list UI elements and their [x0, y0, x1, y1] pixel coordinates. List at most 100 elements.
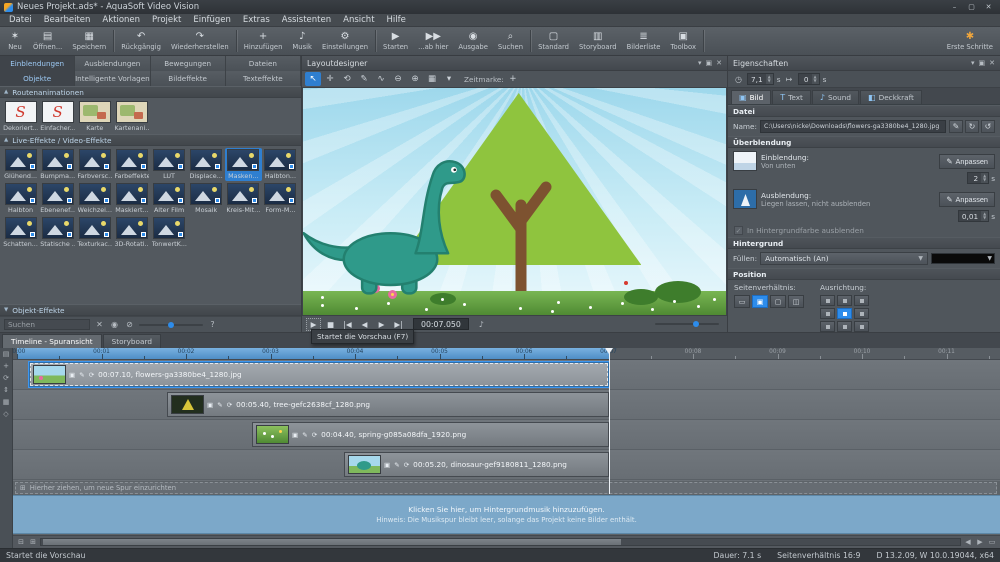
close-button[interactable]: ✕ — [981, 2, 996, 13]
scrollbar-thumb[interactable] — [43, 539, 621, 545]
properties-tab-text[interactable]: TText — [772, 90, 811, 104]
close-icon[interactable]: ✕ — [716, 59, 722, 67]
menu-extras[interactable]: Extras — [237, 15, 276, 25]
effect-item-3d-rotati[interactable]: 3D-Rotati... — [113, 216, 150, 249]
scroll-right-icon[interactable]: ▶ — [975, 538, 985, 546]
effects-tab-objekte[interactable]: Objekte — [0, 71, 75, 86]
effects-tab-bewegungen[interactable]: Bewegungen — [151, 56, 226, 71]
music-button[interactable]: ♪Musik — [287, 27, 317, 55]
menu-aktionen[interactable]: Aktionen — [96, 15, 146, 25]
music-track[interactable]: Klicken Sie hier, um Hintergrundmusik hi… — [13, 495, 1000, 534]
edit-tool[interactable]: ✎ — [356, 72, 372, 86]
timeline-item-flowers-ga3380be4-1280-jpg[interactable]: ▣ ✎ ⟳00:07.10, flowers-ga3380be4_1280.jp… — [29, 362, 609, 387]
properties-tab-bild[interactable]: ▣Bild — [731, 90, 771, 104]
float-icon[interactable]: ▣ — [979, 59, 986, 67]
effect-item-texturkac[interactable]: Texturkac... — [76, 216, 113, 249]
add-track-icon[interactable]: + — [3, 362, 9, 370]
effect-item-ebenenef[interactable]: Ebenenef... — [39, 182, 76, 215]
hide-preview-icon[interactable]: ⊘ — [124, 320, 135, 329]
revert-button[interactable]: ↺ — [981, 120, 995, 133]
preview-canvas[interactable] — [303, 88, 726, 315]
preview-size-slider[interactable] — [139, 324, 203, 326]
effect-item-statische[interactable]: Statische ... — [39, 216, 76, 249]
slider-handle[interactable] — [168, 322, 174, 328]
open-button[interactable]: ▤Öffnen... — [28, 27, 67, 55]
float-icon[interactable]: ▣ — [706, 59, 713, 67]
effect-item-alter-film[interactable]: Alter Film — [151, 182, 188, 215]
duration-spinner[interactable]: 7,1 ▲▼ — [747, 73, 774, 85]
effects-tab-einblendungen[interactable]: Einblendungen — [0, 56, 75, 71]
playhead[interactable] — [609, 348, 610, 494]
effect-item-glühend[interactable]: Glühend... — [2, 148, 39, 181]
maximize-button[interactable]: ▢ — [964, 2, 979, 13]
effect-item-masken[interactable]: Masken... — [225, 148, 262, 181]
new-track-drop-area[interactable]: ⊞ Hierher ziehen, um neue Spur einzurich… — [15, 482, 997, 494]
redo-button[interactable]: ↷Wiederherstellen — [166, 27, 234, 55]
aspect-fill-button[interactable]: ▢ — [770, 295, 786, 308]
first-steps-button[interactable]: ✱Erste Schritte — [942, 27, 998, 55]
timeline-ruler[interactable]: 00:0000:0100:0200:0300:0400:0500:0600:07… — [13, 348, 1000, 360]
output-button[interactable]: ◉Ausgabe — [453, 27, 492, 55]
align-button-8[interactable] — [854, 321, 869, 332]
zoom-in-timeline-icon[interactable]: ⊞ — [28, 538, 38, 546]
save-button[interactable]: ▦Speichern — [67, 27, 111, 55]
align-button-6[interactable] — [820, 321, 835, 332]
align-button-1[interactable] — [837, 295, 852, 306]
volume-icon[interactable]: ♪ — [476, 320, 487, 329]
show-preview-icon[interactable]: ◉ — [109, 320, 120, 329]
fade-in-duration-spinner[interactable]: 2 ▲▼ — [967, 172, 989, 184]
align-button-0[interactable] — [820, 295, 835, 306]
fill-select[interactable]: Automatisch (An) ▼ — [760, 252, 928, 265]
menu-projekt[interactable]: Projekt — [146, 15, 187, 25]
effect-item-farbeffekte[interactable]: Farbeffekte — [113, 148, 150, 181]
align-button-4[interactable] — [837, 308, 852, 319]
aspect-auto-button[interactable]: ▭ — [734, 295, 750, 308]
start-button[interactable]: ▶Starten — [378, 27, 413, 55]
menu-einfügen[interactable]: Einfügen — [187, 15, 237, 25]
bg-fade-checkbox[interactable]: ✓ — [734, 226, 743, 235]
fade-in-adjust-button[interactable]: ✎ Anpassen — [939, 154, 995, 169]
fade-in-thumbnail[interactable] — [733, 151, 757, 171]
spinner-arrows[interactable]: ▲▼ — [981, 211, 988, 221]
settings-button[interactable]: ⚙Einstellungen — [317, 27, 373, 55]
effect-item-kreis-mit[interactable]: Kreis-Mit... — [225, 182, 262, 215]
effects-tab-bildeffekte[interactable]: Bildeffekte — [151, 71, 226, 86]
expand-icon[interactable]: ⇕ — [3, 386, 9, 394]
section-objekt-effekte[interactable]: ▼ Objekt-Effekte — [0, 304, 301, 316]
timeline-tab-storyboard[interactable]: Storyboard — [103, 334, 161, 348]
timeline-item-spring-g085a08dfa-1920-png[interactable]: ▣ ✎ ⟳00:04.40, spring-g085a08dfa_1920.pn… — [252, 422, 609, 447]
route-item-einfacher[interactable]: Einfacher... — [39, 100, 76, 133]
section-live-effekte[interactable]: ▲ Live-Effekte / Video-Effekte — [0, 134, 301, 146]
timeline-tab-timeline-spuransicht[interactable]: Timeline - Spuransicht — [2, 334, 102, 348]
aspect-stretch-button[interactable]: ◫ — [788, 295, 804, 308]
curve-tool[interactable]: ∿ — [373, 72, 389, 86]
timeline-tracks[interactable]: ▣ ✎ ⟳00:07.10, flowers-ga3380be4_1280.jp… — [13, 360, 1000, 481]
zoom-out-tool[interactable]: ⊖ — [390, 72, 406, 86]
align-button-3[interactable] — [820, 308, 835, 319]
volume-slider[interactable] — [655, 323, 719, 325]
timeline-item-dinosaur-gef9180811-1280-png[interactable]: ▣ ✎ ⟳00:05.20, dinosaur-gef9180811_1280.… — [344, 452, 609, 477]
menu-assistenten[interactable]: Assistenten — [276, 15, 337, 25]
effect-item-bumpma[interactable]: Bumpma... — [39, 148, 76, 181]
from-here-button[interactable]: ▶▶...ab hier — [413, 27, 453, 55]
properties-tab-deckkraft[interactable]: ◧Deckkraft — [860, 90, 922, 104]
zoom-out-timeline-icon[interactable]: ⊟ — [16, 538, 26, 546]
menu-icon[interactable]: ▾ — [698, 59, 702, 67]
fit-icon[interactable]: ▭ — [987, 538, 997, 546]
image-list-button[interactable]: ≣Bilderliste — [622, 27, 666, 55]
edit-button[interactable]: ✎ — [949, 120, 963, 133]
new-button[interactable]: ✶Neu — [2, 27, 28, 55]
effect-item-maskiert[interactable]: Maskiert... — [113, 182, 150, 215]
effect-item-form-m[interactable]: Form-M... — [262, 182, 299, 215]
file-name-input[interactable] — [760, 120, 946, 133]
close-icon[interactable]: ✕ — [989, 59, 995, 67]
menu-icon[interactable]: ▾ — [971, 59, 975, 67]
background-color-swatch[interactable]: ▼ — [931, 253, 995, 264]
effects-tab-ausblendungen[interactable]: Ausblendungen — [75, 56, 150, 71]
route-item-kartenani[interactable]: Kartenani... — [113, 100, 150, 133]
grid-icon[interactable]: ▦ — [3, 398, 10, 406]
align-button-2[interactable] — [854, 295, 869, 306]
fade-out-thumbnail[interactable] — [733, 189, 757, 209]
standard-button[interactable]: ▢Standard — [533, 27, 574, 55]
effects-tab-texteffekte[interactable]: Texteffekte — [226, 71, 301, 86]
